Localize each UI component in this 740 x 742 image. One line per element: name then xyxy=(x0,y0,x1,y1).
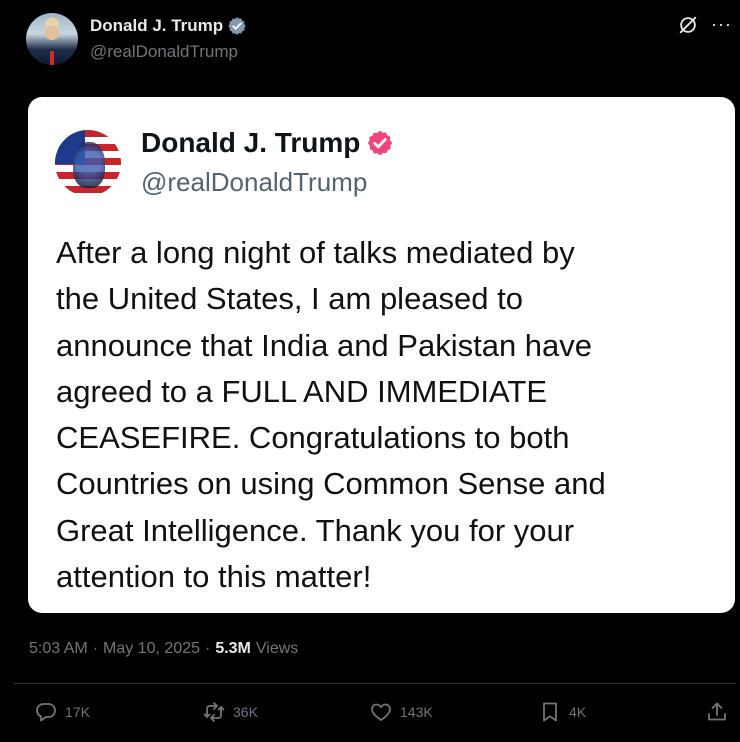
post-view: Donald J. Trump @realDonaldTrump ··· Don… xyxy=(0,0,740,742)
share-button[interactable] xyxy=(705,700,729,724)
bookmark-icon xyxy=(543,702,557,722)
bookmark-count: 4K xyxy=(569,704,587,720)
post-metadata: 5:03 AM · May 10, 2025 · 5.3M Views xyxy=(29,640,298,658)
views-label: Views xyxy=(255,640,299,657)
reply-button[interactable]: 17K xyxy=(34,700,90,724)
card-author-name-row: Donald J. Trump xyxy=(141,127,394,159)
reply-icon xyxy=(36,703,56,722)
embedded-post-image[interactable]: Donald J. Trump @realDonaldTrump After a… xyxy=(28,97,735,613)
portrait-overlay xyxy=(73,142,105,188)
reply-count: 17K xyxy=(65,704,90,720)
heart-icon xyxy=(371,703,391,721)
post-date[interactable]: May 10, 2025 xyxy=(103,640,200,658)
card-author-name: Donald J. Trump xyxy=(141,127,361,158)
post-time[interactable]: 5:03 AM xyxy=(29,640,88,658)
bookmark-button[interactable]: 4K xyxy=(538,700,586,724)
share-icon xyxy=(708,702,726,721)
divider xyxy=(14,683,736,684)
meta-separator: · xyxy=(204,640,211,657)
card-avatar xyxy=(55,130,121,196)
card-author-handle: @realDonaldTrump xyxy=(141,167,368,197)
repost-count: 36K xyxy=(233,704,258,720)
card-post-text: After a long night of talks mediated by … xyxy=(56,235,606,595)
like-button[interactable]: 143K xyxy=(369,700,433,724)
author-handle[interactable]: @realDonaldTrump xyxy=(90,42,238,62)
verified-badge-icon xyxy=(368,130,393,156)
author-name-row[interactable]: Donald J. Trump xyxy=(90,16,247,36)
meta-separator: · xyxy=(92,640,99,657)
verified-badge-icon[interactable] xyxy=(227,16,247,36)
more-icon[interactable]: ··· xyxy=(711,14,732,35)
views-count: 5.3M xyxy=(215,640,251,657)
like-count: 143K xyxy=(400,704,433,720)
author-avatar[interactable] xyxy=(26,13,78,65)
avatar-tie xyxy=(50,51,54,65)
author-name[interactable]: Donald J. Trump xyxy=(90,16,223,36)
repost-button[interactable]: 36K xyxy=(202,700,258,724)
grok-icon[interactable] xyxy=(677,14,699,36)
repost-icon xyxy=(203,702,225,722)
